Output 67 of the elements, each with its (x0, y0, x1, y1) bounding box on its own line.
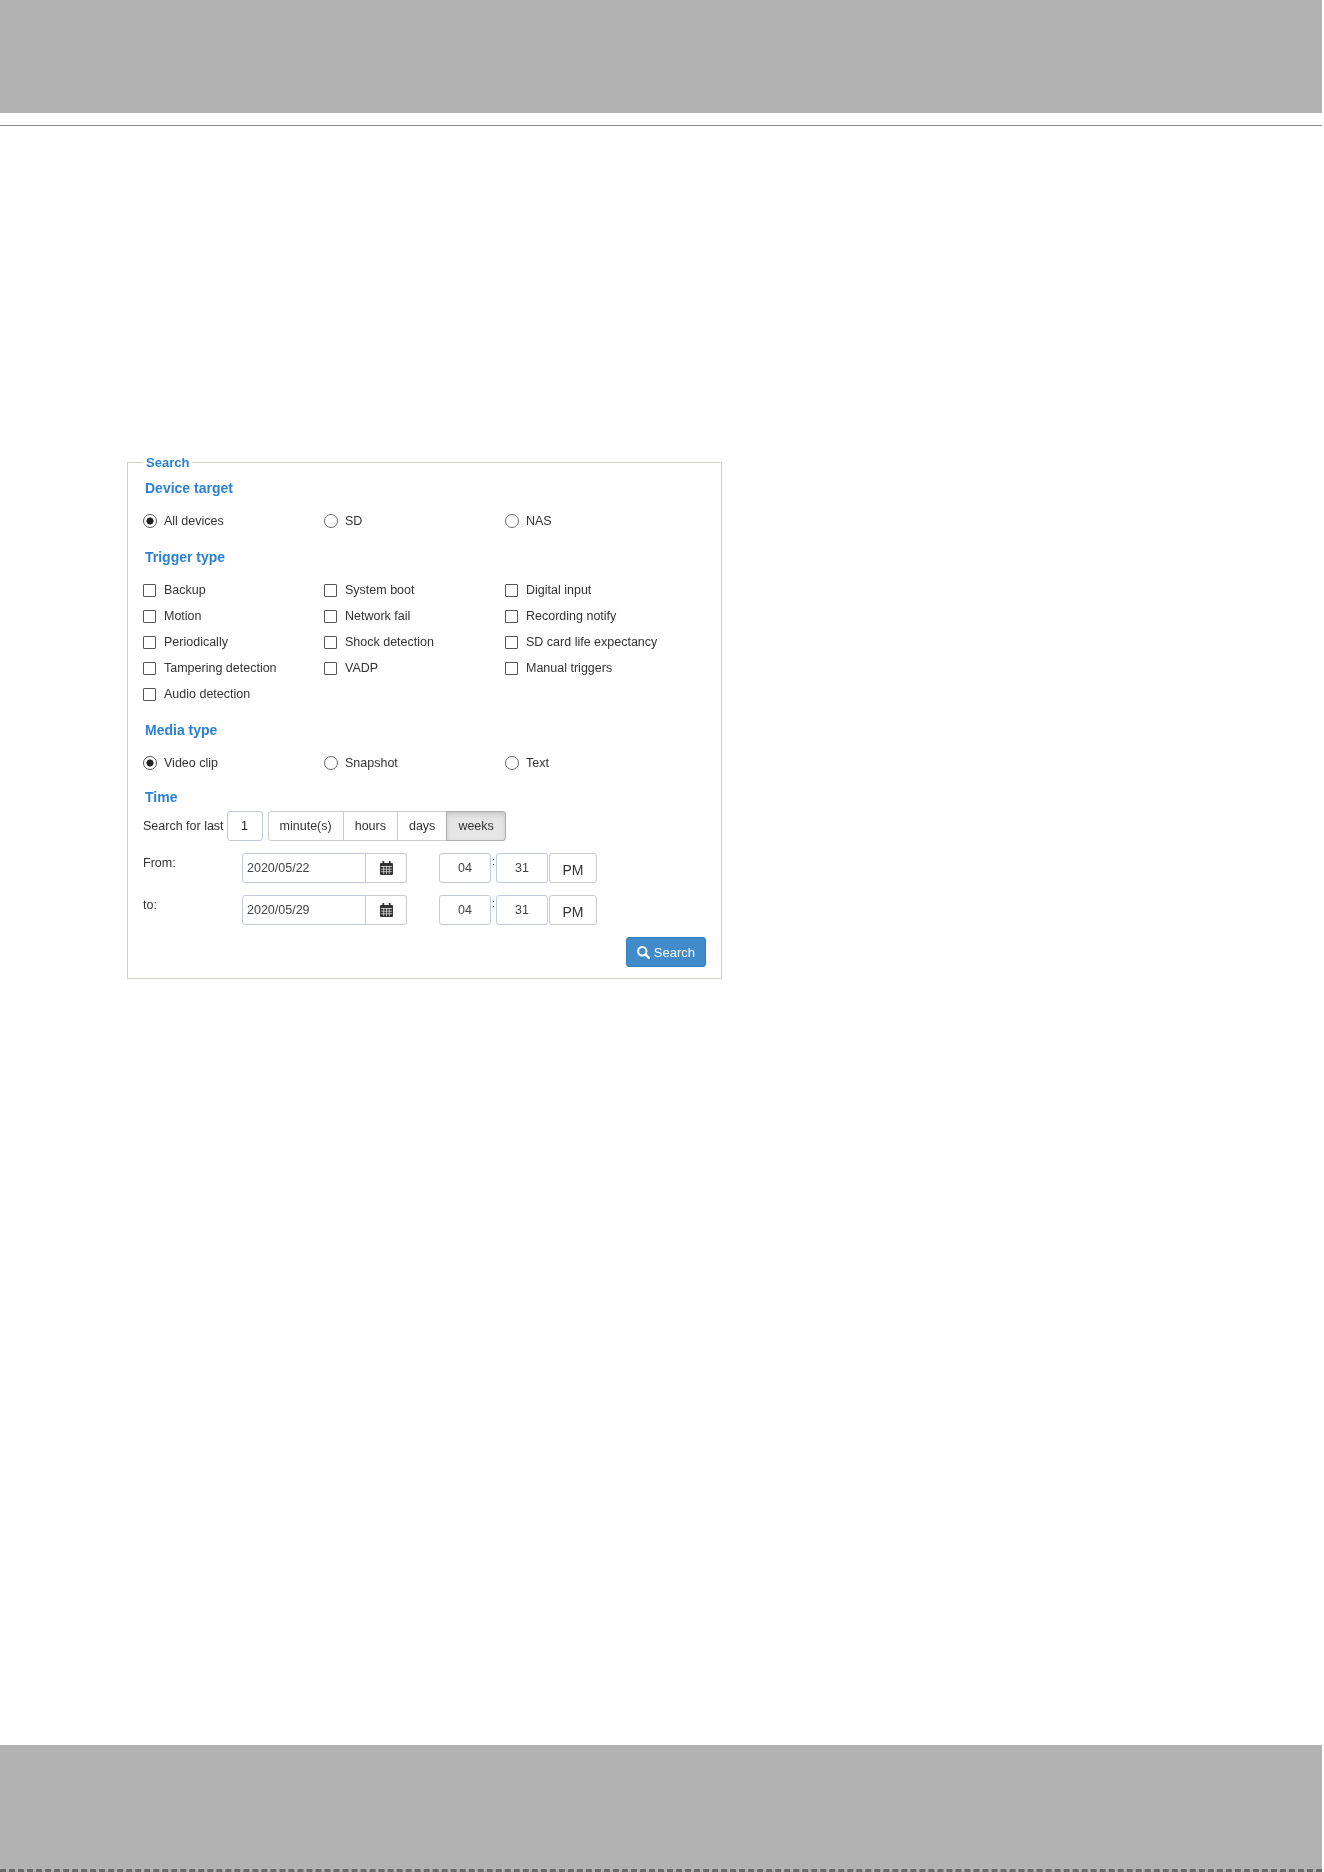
checkbox[interactable] (505, 635, 518, 649)
radio-label: Snapshot (345, 756, 398, 770)
checkbox-label: Backup (164, 583, 206, 597)
panel-title: Search (145, 455, 191, 470)
hour-input-field[interactable]: 04 (439, 853, 491, 883)
calendar-button[interactable] (366, 853, 407, 883)
minute-input-field[interactable]: 31 (496, 853, 548, 883)
checkbox-label: Manual triggers (526, 661, 613, 675)
checkbox-label: Digital input (526, 583, 592, 597)
date-input-field[interactable]: 2020/05/22 (242, 853, 366, 883)
checkbox[interactable] (143, 661, 156, 675)
checkbox[interactable] (505, 661, 518, 675)
hour-input-field[interactable]: 04 (439, 895, 491, 925)
checkbox-label: SD card life expectancy (526, 635, 658, 649)
checkbox-label: Periodically (164, 635, 228, 649)
checkbox[interactable] (324, 609, 337, 623)
calendar-icon (379, 903, 393, 917)
checkbox-label: Tampering detection (164, 661, 277, 675)
checkbox-label: VADP (345, 661, 379, 675)
radio-label: NAS (526, 514, 552, 528)
radio-button[interactable] (505, 514, 519, 528)
search-button[interactable]: Search (625, 937, 706, 967)
checkbox[interactable] (324, 635, 337, 649)
checkbox[interactable] (324, 583, 337, 597)
calendar-button[interactable] (366, 895, 407, 925)
radio-label: Video clip (164, 756, 218, 770)
time-separator: : (491, 855, 496, 868)
checkbox[interactable] (143, 609, 156, 623)
ampm-button[interactable]: PM (549, 853, 597, 883)
unit-button[interactable]: days (396, 811, 448, 841)
unit-button[interactable]: minute(s) (267, 811, 344, 841)
unit-button[interactable]: weeks (446, 811, 506, 841)
range-label: From: (143, 855, 177, 870)
checkbox-label: Network fail (345, 609, 411, 623)
field-label: Search for last (143, 819, 224, 833)
number-input-field[interactable]: 1 (226, 811, 263, 841)
checkbox-label: Audio detection (164, 687, 251, 701)
range-label: to: (143, 897, 158, 912)
checkbox[interactable] (505, 609, 518, 623)
section-heading: Time (145, 788, 179, 807)
checkbox-label: Shock detection (345, 635, 434, 649)
time-separator: : (491, 897, 496, 910)
checkbox[interactable] (324, 661, 337, 675)
radio-button[interactable] (143, 514, 157, 528)
checkbox-label: Recording notify (526, 609, 617, 623)
checkbox-label: System boot (345, 583, 415, 597)
radio-label: SD (345, 514, 363, 528)
search-icon (636, 945, 650, 959)
radio-label: All devices (164, 514, 224, 528)
radio-button[interactable] (505, 756, 519, 770)
checkbox[interactable] (143, 687, 156, 701)
checkbox[interactable] (143, 583, 156, 597)
ampm-button[interactable]: PM (549, 895, 597, 925)
date-input-field[interactable]: 2020/05/29 (242, 895, 366, 925)
radio-label: Text (526, 756, 549, 770)
radio-button[interactable] (324, 756, 338, 770)
unit-button[interactable]: hours (342, 811, 398, 841)
checkbox[interactable] (143, 635, 156, 649)
radio-button[interactable] (143, 756, 157, 770)
section-heading: Device target (145, 479, 234, 498)
minute-input-field[interactable]: 31 (496, 895, 548, 925)
section-heading: Trigger type (145, 548, 227, 567)
calendar-icon (379, 861, 393, 875)
section-heading: Media type (145, 721, 219, 740)
checkbox-label: Motion (164, 609, 202, 623)
checkbox[interactable] (505, 583, 518, 597)
radio-button[interactable] (324, 514, 338, 528)
